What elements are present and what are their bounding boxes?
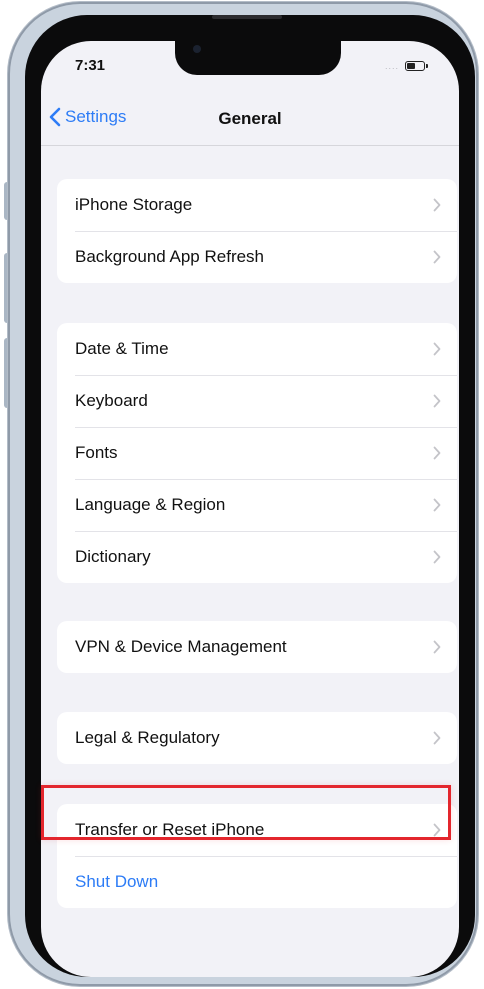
- navigation-bar: Settings General: [41, 95, 459, 146]
- chevron-right-icon: [433, 394, 441, 413]
- chevron-right-icon: [433, 640, 441, 659]
- list-item-label: Fonts: [75, 443, 118, 462]
- list-item-label: Keyboard: [75, 391, 148, 410]
- list-item-label: Dictionary: [75, 547, 151, 566]
- list-item-language-region[interactable]: Language & Region: [57, 479, 457, 531]
- settings-group-legal: Legal & Regulatory: [57, 712, 457, 764]
- status-indicators: ....: [384, 61, 428, 71]
- phone-screen: 7:31 .... Settings General iPhone Storag…: [41, 41, 459, 977]
- notch: [175, 41, 341, 75]
- battery-icon: [405, 61, 428, 71]
- battery-level: [407, 63, 415, 69]
- list-item-keyboard[interactable]: Keyboard: [57, 375, 457, 427]
- list-item-label: Background App Refresh: [75, 247, 265, 266]
- shut-down-label: Shut Down: [75, 872, 159, 891]
- list-item-iphone-storage[interactable]: iPhone Storage: [57, 179, 457, 231]
- list-item-label: Transfer or Reset iPhone: [75, 820, 265, 839]
- chevron-right-icon: [433, 342, 441, 361]
- chevron-right-icon: [433, 823, 441, 842]
- list-item-label: Language & Region: [75, 495, 226, 514]
- list-item-label: Date & Time: [75, 339, 169, 358]
- earpiece-speaker: [212, 15, 282, 19]
- chevron-right-icon: [433, 498, 441, 517]
- settings-group-storage: iPhone Storage Background App Refresh: [57, 179, 457, 283]
- list-item-dictionary[interactable]: Dictionary: [57, 531, 457, 583]
- chevron-right-icon: [433, 250, 441, 269]
- list-item-label: Legal & Regulatory: [75, 728, 220, 747]
- settings-group-vpn: VPN & Device Management: [57, 621, 457, 673]
- list-item-label: iPhone Storage: [75, 195, 193, 214]
- page-title: General: [218, 109, 282, 128]
- list-item-shut-down[interactable]: Shut Down: [57, 856, 457, 908]
- chevron-right-icon: [433, 198, 441, 217]
- screenshot: 7:31 .... Settings General iPhone Storag…: [0, 0, 484, 989]
- front-camera: [193, 45, 201, 53]
- status-time: 7:31: [75, 57, 106, 74]
- settings-group-reset: Transfer or Reset iPhone Shut Down: [57, 804, 457, 908]
- list-item-transfer-reset-iphone[interactable]: Transfer or Reset iPhone: [57, 804, 457, 856]
- chevron-right-icon: [433, 446, 441, 465]
- chevron-right-icon: [433, 731, 441, 750]
- settings-group-regional: Date & Time Keyboard Fonts Language & Re…: [57, 323, 457, 583]
- chevron-right-icon: [433, 550, 441, 569]
- list-item-label: VPN & Device Management: [75, 637, 287, 656]
- list-item-date-time[interactable]: Date & Time: [57, 323, 457, 375]
- signal-icon: ....: [384, 61, 399, 71]
- battery-tip: [426, 64, 428, 68]
- list-item-fonts[interactable]: Fonts: [57, 427, 457, 479]
- list-item-legal-regulatory[interactable]: Legal & Regulatory: [57, 712, 457, 764]
- list-item-vpn-device-management[interactable]: VPN & Device Management: [57, 621, 457, 673]
- list-item-background-app-refresh[interactable]: Background App Refresh: [57, 231, 457, 283]
